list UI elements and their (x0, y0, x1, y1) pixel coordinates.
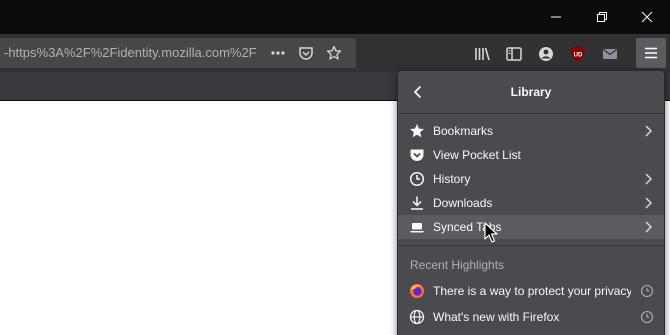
pocket-icon (409, 147, 425, 163)
title-bar (0, 0, 670, 34)
bookmarks-label: Bookmarks (433, 124, 494, 138)
view-pocket-list-label: View Pocket List (433, 148, 521, 162)
more-actions-icon[interactable] (270, 45, 286, 61)
download-icon (409, 195, 425, 211)
hamburger-menu-icon (645, 47, 657, 59)
library-panel: Library Bookmarks View Pocket List Histo… (397, 70, 665, 335)
ublock-badge: UD (574, 53, 583, 59)
sidebars-icon[interactable] (505, 45, 523, 63)
url-bar[interactable]: -https%3A%2F%2Fidentity.mozilla.com%2F (0, 38, 356, 68)
highlight-label: There is a way to protect your privacy (433, 284, 631, 298)
chevron-right-icon (645, 125, 653, 137)
clock-icon (640, 284, 654, 298)
history-label: History (433, 172, 471, 186)
firefox-icon (409, 283, 425, 299)
chevron-right-icon (645, 173, 653, 185)
pocket-icon[interactable] (298, 45, 314, 61)
separator (398, 245, 664, 246)
bookmark-star-icon[interactable] (326, 45, 342, 61)
close-window-button[interactable] (624, 0, 670, 34)
ublock-icon[interactable]: UD (569, 45, 587, 63)
minimize-icon (551, 16, 561, 18)
mail-icon[interactable] (601, 45, 619, 63)
panel-title: Library (510, 85, 552, 99)
restore-icon (597, 12, 607, 22)
recent-highlights-title: Recent Highlights (410, 258, 505, 272)
library-item-bookmarks[interactable]: Bookmarks (398, 119, 664, 143)
library-item-synced-tabs[interactable]: Synced Tabs (398, 215, 664, 239)
library-icon[interactable] (473, 45, 491, 63)
highlight-item[interactable]: There is a way to protect your privacy (398, 279, 664, 303)
panel-header: Library (398, 71, 664, 113)
restore-button[interactable] (579, 0, 625, 34)
account-icon[interactable] (537, 45, 555, 63)
library-item-pocket[interactable]: View Pocket List (398, 143, 664, 167)
close-icon (641, 11, 653, 23)
clock-icon (409, 171, 425, 187)
chevron-right-icon (645, 221, 653, 233)
hamburger-menu-button[interactable] (636, 38, 666, 68)
url-text[interactable]: -https%3A%2F%2Fidentity.mozilla.com%2F (4, 45, 260, 60)
minimize-button[interactable] (533, 0, 579, 34)
separator (398, 113, 664, 114)
highlight-item[interactable]: What's new with Firefox (398, 305, 664, 329)
globe-icon (409, 309, 425, 325)
downloads-label: Downloads (433, 196, 493, 210)
navigation-toolbar: -https%3A%2F%2Fidentity.mozilla.com%2F U… (0, 34, 670, 72)
clock-icon (640, 310, 654, 324)
mouse-cursor-icon (484, 222, 498, 243)
library-item-history[interactable]: History (398, 167, 664, 191)
chevron-right-icon (645, 197, 653, 209)
library-item-downloads[interactable]: Downloads (398, 191, 664, 215)
synced-tabs-icon (409, 219, 425, 235)
star-icon (409, 123, 425, 139)
highlight-label: What's new with Firefox (433, 310, 560, 324)
